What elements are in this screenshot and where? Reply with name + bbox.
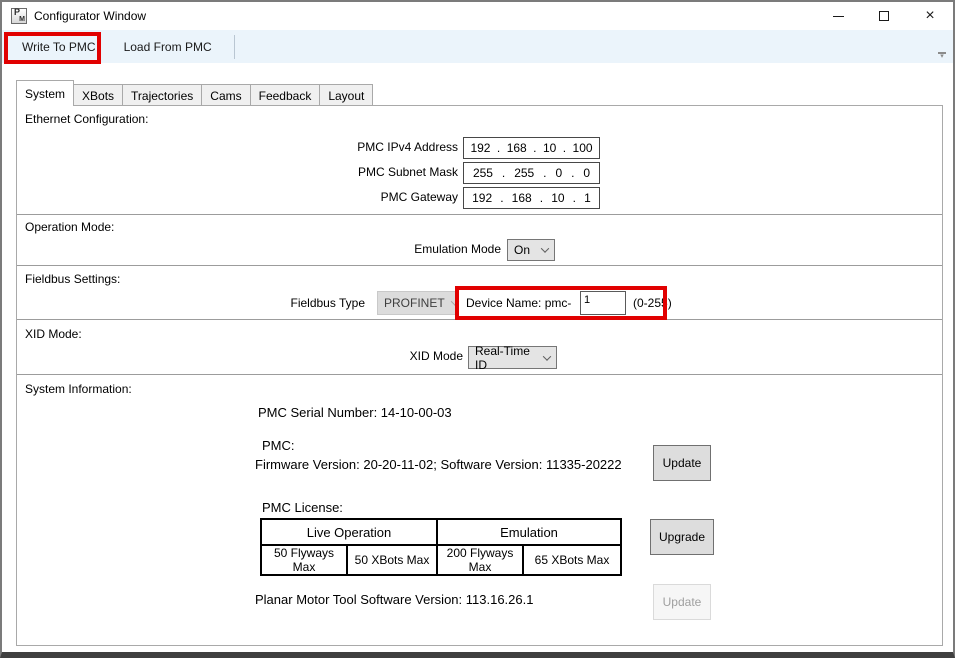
system-tab-panel: Ethernet Configuration: PMC IPv4 Address… [16, 105, 943, 646]
tab-trajectories[interactable]: Trajectories [122, 84, 202, 106]
gateway-octet-2: 168 [512, 191, 532, 205]
license-values-row: 50 Flyways Max 50 XBots Max 200 Flyways … [261, 545, 621, 575]
window-title: Configurator Window [34, 9, 146, 23]
title-bar: P M Configurator Window × [2, 2, 953, 30]
pmc-update-button[interactable]: Update [653, 445, 711, 481]
ip-dot: . [533, 141, 536, 155]
toolbar-overflow-button[interactable]: ▾ [937, 52, 947, 60]
gateway-label: PMC Gateway [17, 190, 458, 204]
subnet-mask-field[interactable]: 255. 255. 0. 0 [463, 162, 600, 184]
emulation-mode-value: On [514, 243, 530, 257]
emulation-mode-label: Emulation Mode [17, 242, 501, 256]
ip-dot: . [573, 191, 576, 205]
gateway-octet-4: 1 [584, 191, 591, 205]
fieldbus-type-dropdown[interactable]: PROFINET [377, 291, 459, 315]
load-from-pmc-button[interactable]: Load From PMC [110, 34, 226, 60]
device-name-label: Device Name: pmc- [466, 296, 571, 310]
chevron-down-icon [543, 352, 551, 360]
chevron-down-icon [541, 244, 549, 252]
pmc-heading: PMC: [262, 438, 295, 453]
maximize-button[interactable] [861, 2, 907, 30]
subnet-octet-2: 255 [514, 166, 534, 180]
close-button[interactable]: × [907, 2, 953, 30]
subnet-octet-1: 255 [473, 166, 493, 180]
close-icon: × [925, 8, 934, 24]
operation-mode-section-label: Operation Mode: [25, 220, 114, 234]
license-live-flyways: 50 Flyways Max [261, 545, 347, 575]
toolbar: Write To PMC Load From PMC ▾ [2, 30, 953, 63]
subnet-octet-3: 0 [555, 166, 562, 180]
pmc-license-table: Live Operation Emulation 50 Flyways Max … [260, 518, 622, 576]
subnet-octet-4: 0 [583, 166, 590, 180]
pmc-license-heading: PMC License: [262, 500, 343, 515]
license-header-row: Live Operation Emulation [261, 519, 621, 545]
ip-dot: . [540, 191, 543, 205]
maximize-icon [879, 11, 889, 21]
write-to-pmc-button[interactable]: Write To PMC [8, 34, 110, 60]
ip-dot: . [563, 141, 566, 155]
window-controls: × [815, 2, 953, 30]
ipv4-octet-2: 168 [507, 141, 527, 155]
license-emulation-xbots: 65 XBots Max [523, 545, 621, 575]
section-divider [17, 265, 942, 266]
device-name-input[interactable] [580, 291, 626, 315]
tab-cams[interactable]: Cams [201, 84, 250, 106]
license-live-xbots: 50 XBots Max [347, 545, 437, 575]
ipv4-octet-4: 100 [573, 141, 593, 155]
gateway-octet-1: 192 [472, 191, 492, 205]
tab-xbots[interactable]: XBots [73, 84, 123, 106]
gateway-octet-3: 10 [551, 191, 564, 205]
section-divider [17, 319, 942, 320]
toolbar-overflow-arrow-icon: ▾ [937, 54, 947, 60]
subnet-mask-label: PMC Subnet Mask [17, 165, 458, 179]
planar-motor-app-icon: P M [11, 8, 27, 24]
xid-mode-dropdown[interactable]: Real-Time ID [468, 346, 557, 369]
ip-dot: . [543, 166, 546, 180]
emulation-mode-dropdown[interactable]: On [507, 239, 555, 261]
xid-section-label: XID Mode: [25, 327, 82, 341]
license-emulation-flyways: 200 Flyways Max [437, 545, 523, 575]
minimize-button[interactable] [815, 2, 861, 30]
license-upgrade-button[interactable]: Upgrade [650, 519, 714, 555]
ip-dot: . [571, 166, 574, 180]
ip-dot: . [497, 141, 500, 155]
app-icon-letter-m: M [19, 16, 25, 23]
toolbar-separator [234, 35, 235, 59]
ip-dot: . [500, 191, 503, 205]
ipv4-address-label: PMC IPv4 Address [17, 140, 458, 154]
fieldbus-type-label: Fieldbus Type [17, 296, 365, 310]
tab-feedback[interactable]: Feedback [250, 84, 321, 106]
system-info-section-label: System Information: [25, 382, 132, 396]
fieldbus-type-value: PROFINET [384, 296, 445, 310]
license-header-emulation: Emulation [437, 519, 621, 545]
pmc-versions: Firmware Version: 20-20-11-02; Software … [255, 457, 622, 472]
ethernet-section-label: Ethernet Configuration: [25, 112, 148, 126]
pmc-serial-number: PMC Serial Number: 14-10-00-03 [258, 405, 452, 420]
fieldbus-section-label: Fieldbus Settings: [25, 272, 120, 286]
device-name-range-hint: (0-255) [633, 296, 672, 310]
tab-layout[interactable]: Layout [319, 84, 373, 106]
tab-system[interactable]: System [16, 80, 74, 106]
gateway-field[interactable]: 192. 168. 10. 1 [463, 187, 600, 209]
minimize-icon [833, 16, 844, 17]
chevron-down-icon [450, 297, 458, 305]
configurator-window: P M Configurator Window × Write To PMC L… [0, 0, 955, 658]
tool-software-version: Planar Motor Tool Software Version: 113.… [255, 592, 533, 607]
ipv4-address-field[interactable]: 192. 168. 10. 100 [463, 137, 600, 159]
ipv4-octet-1: 192 [470, 141, 490, 155]
tab-strip: System XBots Trajectories Cams Feedback … [16, 80, 372, 106]
ipv4-octet-3: 10 [543, 141, 556, 155]
xid-mode-label: XID Mode [17, 349, 463, 363]
xid-mode-value: Real-Time ID [475, 344, 537, 372]
tool-update-button[interactable]: Update [653, 584, 711, 620]
section-divider [17, 214, 942, 215]
section-divider [17, 374, 942, 375]
license-header-live-operation: Live Operation [261, 519, 437, 545]
ip-dot: . [502, 166, 505, 180]
